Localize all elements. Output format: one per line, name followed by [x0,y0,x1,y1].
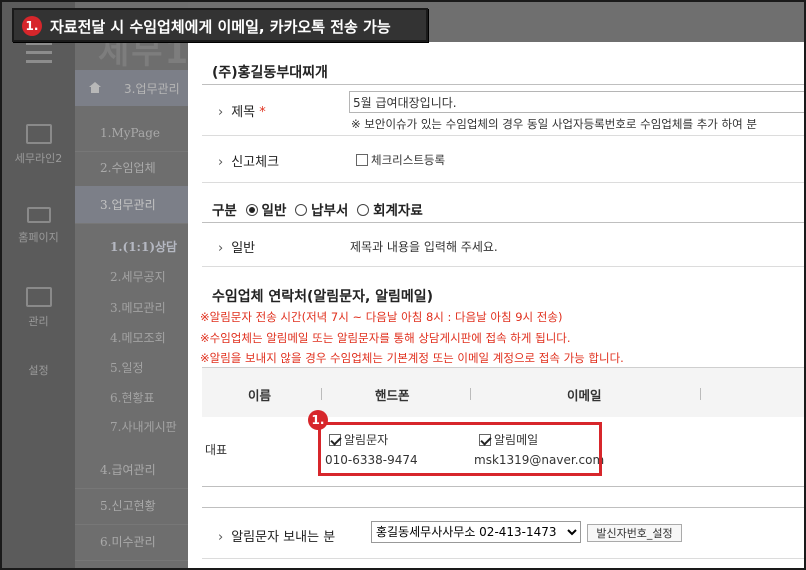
type-option-label: 납부서 [311,203,349,219]
annotation-banner: 1. 자료전달 시 수임업체에게 이메일, 카카오톡 전송 가능 [12,8,428,42]
contact-note-3: ※알림을 보내지 않을 경우 수임업체는 기본계정 또는 이메일 계정으로 접속… [200,351,624,365]
rail-item-seomuline[interactable]: 세무라인2 [2,124,75,166]
banner-text: 자료전달 시 수임업체에게 이메일, 카카오톡 전송 가능 [50,18,391,36]
general-label: › 일반 [218,241,256,256]
type-option-accounting[interactable]: 회계자료 [357,203,423,219]
sender-select[interactable]: 홍길동세무사사무소 02-413-1473 [371,521,581,543]
general-label-text: 일반 [231,241,256,256]
contact-note-1: ※알림문자 전송 시간(저녁 7시 ~ 다음날 아침 8시 : 다음날 아침 9… [200,310,563,324]
sidebar-item-work[interactable]: 3.업무관리 [75,186,188,224]
home-icon[interactable] [89,82,101,93]
checklist-checkbox[interactable] [356,154,368,166]
contact-note-2: ※수임업체는 알림메일 또는 알림문자를 통해 상담게시판에 접속 하게 됩니다… [200,331,571,345]
divider [202,222,804,223]
breadcrumb: 3.업무관리 [75,70,188,106]
annotation-badge: 1. [308,410,328,430]
check-label-text: 신고체크 [231,155,280,170]
rail-item-settings[interactable]: 설정 [2,362,75,378]
rail-item-label: 세무라인2 [14,152,63,165]
type-option-general[interactable]: 일반 [245,203,287,219]
subject-input[interactable] [349,91,804,113]
monitor-icon [26,207,51,223]
divider [202,182,804,183]
contact-title: 수임업체 연락처(알림문자, 알림메일) [212,289,434,305]
column-name: 이름 [248,388,272,403]
menu-icon[interactable] [26,42,52,69]
document-icon [25,124,52,144]
column-email: 이메일 [567,388,602,403]
app-window: 세무라인2 홈페이지 관리 설정 세무1 3.업무관리 1.MyPage 2.수… [0,0,806,570]
radio-accounting[interactable] [357,204,370,216]
banner-badge: 1. [22,16,42,36]
type-option-payment[interactable]: 납부서 [295,203,348,219]
breadcrumb-label: 3.업무관리 [124,82,180,96]
divider [202,486,804,487]
sender-label-text: 알림문자 보내는 분 [231,530,336,545]
column-phone: 핸드폰 [375,388,410,403]
highlight-box [318,422,602,476]
divider [202,84,804,85]
rail-item-homepage[interactable]: 홈페이지 [2,207,75,245]
general-content-input[interactable]: 제목과 내용을 입력해 주세요. [350,238,498,255]
sidebar-subitem-consult[interactable]: 1.(1:1)상담 [75,238,188,255]
type-label: 구분 [212,203,237,219]
checklist-option[interactable]: 체크리스트등록 [356,152,445,168]
sender-setting-button[interactable]: 발신자번호_설정 [587,524,682,542]
rail-item-label: 관리 [28,315,49,328]
rail-item-manage[interactable]: 관리 [2,287,75,329]
column-separator [321,388,322,400]
sidebar-item-mypage[interactable]: 1.MyPage [75,114,188,152]
radio-payment[interactable] [295,204,308,216]
rail-item-label: 홈페이지 [18,231,59,244]
contact-name: 대표 [205,443,228,457]
divider [202,266,804,267]
sender-label: › 알림문자 보내는 분 [218,530,336,545]
sidebar-item-receivable[interactable]: 6.미수관리 [75,523,188,561]
checklist-label: 체크리스트등록 [371,153,446,167]
sidebar-item-clients[interactable]: 2.수임업체 [75,149,188,187]
subject-label: › 제목 * [218,105,266,120]
sidebar-item-report[interactable]: 5.신고현황 [75,487,188,525]
document-icon [25,287,52,307]
sidebar-subitem-notice[interactable]: 2.세무공지 [75,268,188,285]
type-selector: 구분 일반 납부서 회계자료 [212,199,423,219]
column-separator [470,388,471,400]
radio-general[interactable] [245,204,258,216]
type-option-label: 회계자료 [373,203,423,219]
sidebar-subitem-memo[interactable]: 3.메모관리 [75,299,188,316]
divider [202,558,804,559]
divider [202,507,804,508]
subject-label-text: 제목 [231,105,256,120]
company-title: (주)홍길동부대찌개 [212,65,328,81]
column-separator [700,388,701,400]
sidebar-subitem-status[interactable]: 6.현황표 [75,389,188,406]
sidebar-subitem-memo-search[interactable]: 4.메모조회 [75,329,188,346]
contact-table-header: 이름 핸드폰 이메일 [202,367,804,417]
left-rail: 세무라인2 홈페이지 관리 설정 [2,2,75,568]
subject-note: ※ 보안이슈가 있는 수임업체의 경우 동일 사업자등록번호로 수임업체를 추가… [351,117,757,131]
sidebar-item-payroll[interactable]: 4.급여관리 [75,451,188,489]
sidebar-subitem-board[interactable]: 7.사내게시판 [75,418,188,435]
divider [202,135,804,136]
sidebar-subitem-schedule[interactable]: 5.일정 [75,359,188,376]
rail-item-label: 설정 [28,364,49,377]
required-mark: * [259,105,266,120]
type-option-label: 일반 [261,203,287,219]
check-label: › 신고체크 [218,155,280,170]
